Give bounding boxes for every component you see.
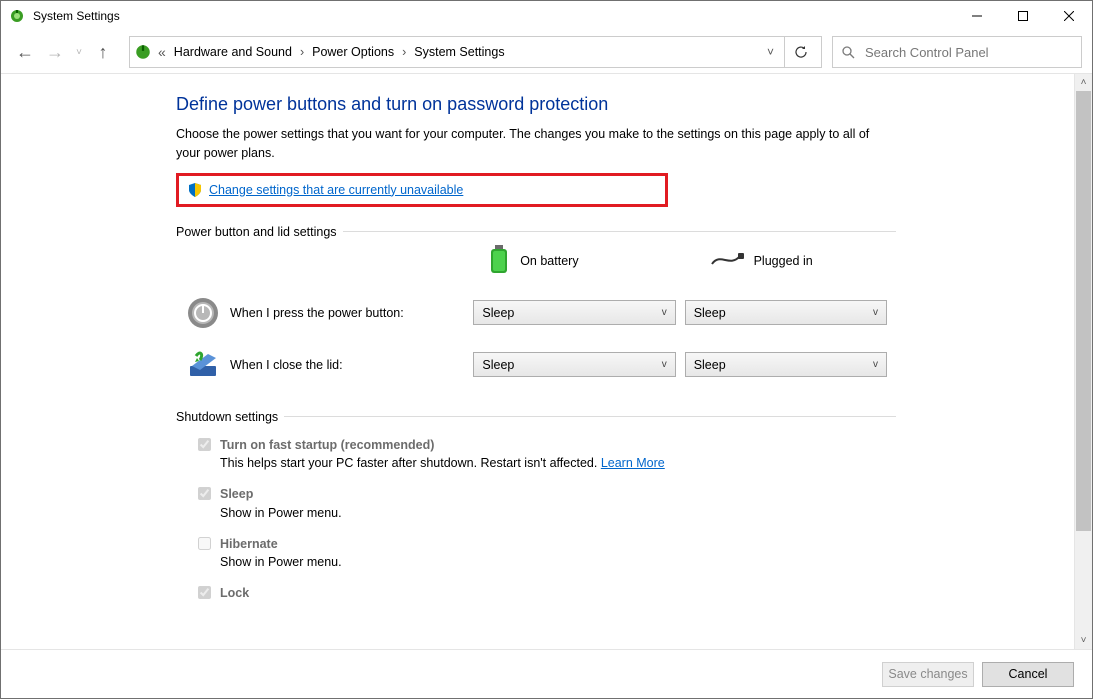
power-button-battery-dropdown[interactable]: Sleepv: [473, 300, 675, 325]
lid-row-label: When I close the lid:: [230, 358, 343, 372]
bottom-bar: Save changes Cancel: [1, 649, 1092, 698]
chevron-down-icon[interactable]: ˅: [761, 45, 780, 59]
back-button[interactable]: ←: [11, 38, 39, 66]
section-shutdown-title: Shutdown settings: [176, 410, 278, 424]
sleep-checkbox: [198, 487, 211, 500]
lock-label: Lock: [220, 584, 249, 603]
minimize-button[interactable]: [954, 1, 1000, 31]
sleep-desc: Show in Power menu.: [220, 504, 342, 523]
page-description: Choose the power settings that you want …: [176, 125, 886, 163]
change-settings-link[interactable]: Change settings that are currently unava…: [209, 183, 463, 197]
scroll-up-button[interactable]: ˄: [1075, 74, 1092, 91]
up-button[interactable]: ↑: [89, 38, 117, 66]
lid-battery-dropdown[interactable]: Sleepv: [473, 352, 675, 377]
window-title: System Settings: [33, 9, 120, 23]
recent-locations-button[interactable]: ˅: [71, 38, 87, 66]
cancel-button[interactable]: Cancel: [982, 662, 1074, 687]
scroll-thumb[interactable]: [1076, 91, 1091, 531]
refresh-button[interactable]: [784, 37, 817, 67]
fast-startup-desc: This helps start your PC faster after sh…: [220, 456, 601, 470]
hibernate-checkbox: [198, 537, 211, 550]
hibernate-label: Hibernate: [220, 535, 342, 554]
app-icon: [9, 8, 25, 24]
admin-link-highlight: Change settings that are currently unava…: [176, 173, 668, 207]
shield-icon: [187, 182, 203, 198]
address-bar[interactable]: « Hardware and Sound › Power Options › S…: [129, 36, 822, 68]
close-button[interactable]: [1046, 1, 1092, 31]
lid-icon: [186, 348, 220, 382]
fast-startup-checkbox: [198, 438, 211, 451]
scroll-down-button[interactable]: ˅: [1075, 632, 1092, 649]
learn-more-link[interactable]: Learn More: [601, 456, 665, 470]
search-icon: [841, 45, 855, 59]
titlebar: System Settings: [1, 1, 1092, 31]
vertical-scrollbar[interactable]: ˄ ˅: [1074, 74, 1092, 649]
battery-icon: [488, 245, 510, 278]
page-heading: Define power buttons and turn on passwor…: [176, 94, 896, 115]
hibernate-desc: Show in Power menu.: [220, 553, 342, 572]
maximize-button[interactable]: [1000, 1, 1046, 31]
sleep-label: Sleep: [220, 485, 342, 504]
breadcrumb-hardware[interactable]: Hardware and Sound: [172, 45, 294, 59]
chevron-right-icon: ›: [400, 45, 408, 59]
save-changes-button[interactable]: Save changes: [882, 662, 974, 687]
power-button-row-label: When I press the power button:: [230, 306, 404, 320]
search-input[interactable]: [863, 44, 1073, 61]
power-button-icon: [186, 296, 220, 330]
power-button-plugged-dropdown[interactable]: Sleepv: [685, 300, 887, 325]
col-plugged-in-label: Plugged in: [754, 254, 813, 268]
fast-startup-label: Turn on fast startup (recommended): [220, 436, 665, 455]
plug-icon: [710, 250, 744, 273]
nav-row: ← → ˅ ↑ « Hardware and Sound › Power Opt…: [1, 31, 1092, 73]
chevron-left-icon[interactable]: «: [156, 44, 168, 60]
address-bar-icon: [134, 43, 152, 61]
breadcrumb-power[interactable]: Power Options: [310, 45, 396, 59]
forward-button[interactable]: →: [41, 38, 69, 66]
col-on-battery-label: On battery: [520, 254, 578, 268]
lid-plugged-dropdown[interactable]: Sleepv: [685, 352, 887, 377]
search-field[interactable]: [832, 36, 1082, 68]
chevron-right-icon: ›: [298, 45, 306, 59]
lock-checkbox: [198, 586, 211, 599]
section-power-title: Power button and lid settings: [176, 225, 337, 239]
breadcrumb-system[interactable]: System Settings: [412, 45, 506, 59]
